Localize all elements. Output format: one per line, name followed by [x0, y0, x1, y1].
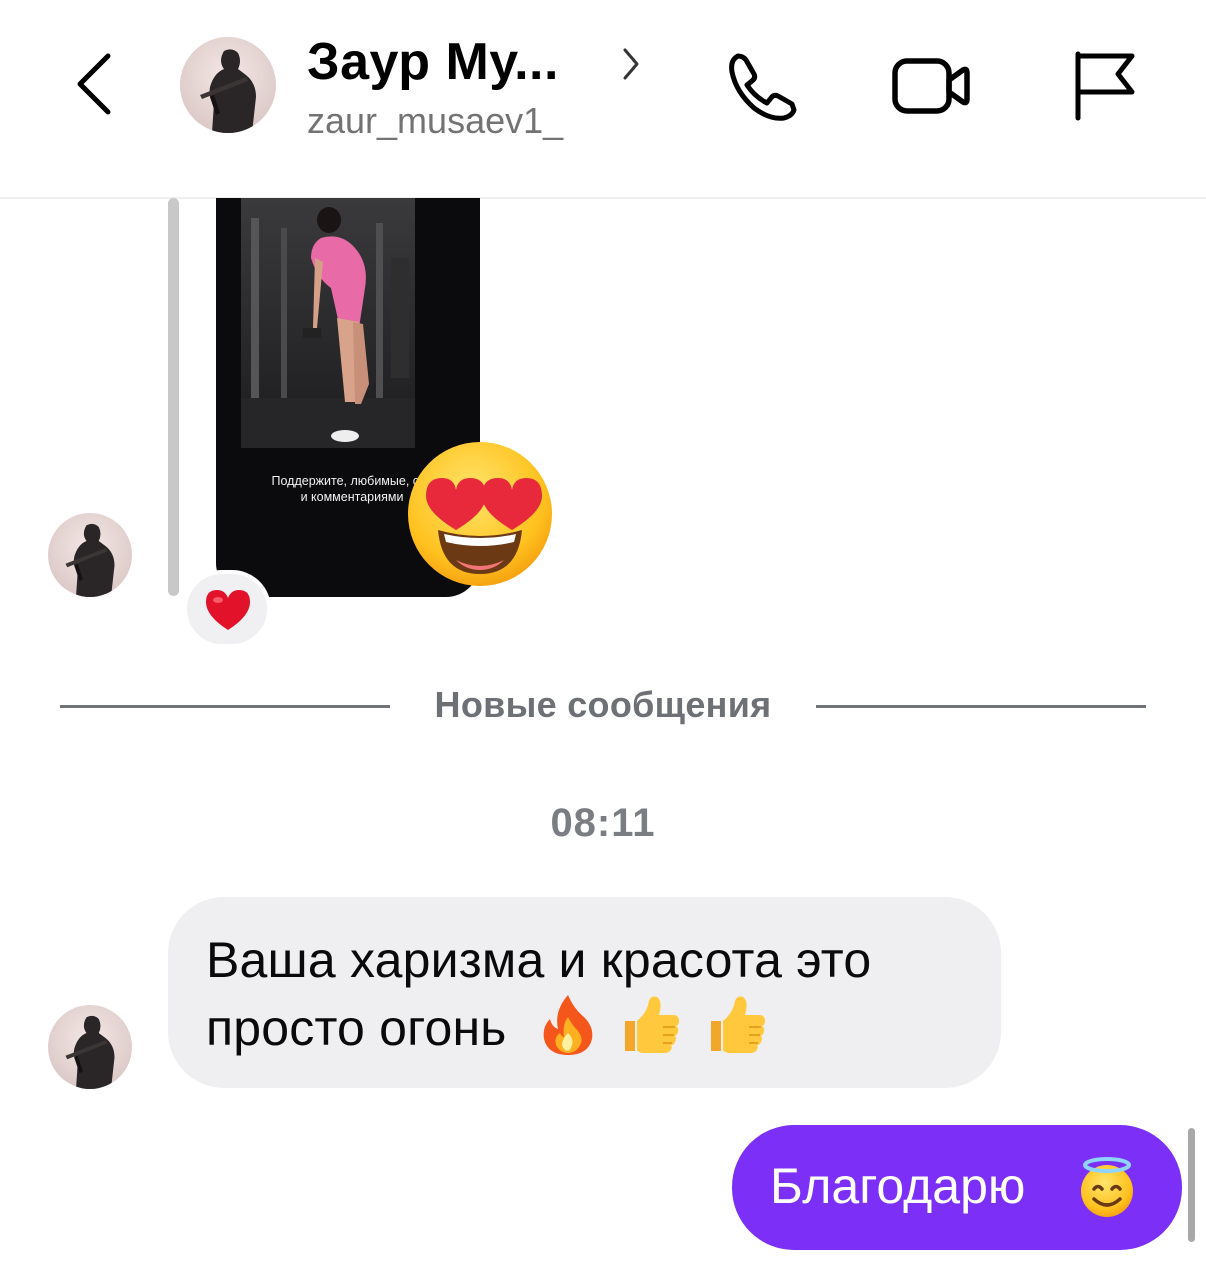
sender-avatar[interactable]	[48, 1005, 132, 1089]
story-photo	[241, 198, 415, 448]
scrollbar[interactable]	[1188, 1128, 1195, 1242]
message-timestamp: 08:11	[550, 801, 656, 845]
message-text-line: просто огонь	[206, 1000, 507, 1056]
new-messages-divider: Новые сообщения	[434, 684, 772, 725]
chevron-left-icon	[77, 53, 111, 115]
video-camera-icon	[892, 58, 970, 114]
report-button[interactable]	[1064, 46, 1144, 124]
audio-call-button[interactable]	[722, 48, 802, 124]
avatar-image	[48, 1005, 132, 1089]
fire-emoji-icon	[543, 995, 592, 1055]
divider-line-right	[816, 705, 1146, 708]
contact-title[interactable]: Заур Му... zaur_musaev1_	[307, 28, 647, 148]
smiling-face-with-halo-icon	[1081, 1157, 1133, 1217]
thumbs-up-emoji-icon	[624, 996, 679, 1053]
contact-avatar[interactable]	[180, 37, 276, 133]
avatar-image	[180, 37, 276, 133]
outgoing-message-bubble[interactable]: Благодарю	[732, 1125, 1182, 1250]
contact-name[interactable]: Заур Му...	[307, 32, 559, 92]
phone-icon	[729, 53, 797, 121]
red-heart-icon	[206, 590, 250, 630]
heart-eyes-emoji-icon	[408, 442, 552, 586]
chevron-right-icon	[623, 48, 639, 80]
reply-thread-line	[168, 198, 179, 596]
back-button[interactable]	[66, 48, 126, 120]
contact-username: zaur_musaev1_	[307, 100, 564, 141]
message-text-row: просто огонь	[206, 993, 963, 1061]
sender-avatar[interactable]	[48, 513, 132, 597]
thumbs-up-emoji-icon	[710, 996, 765, 1053]
message-text-line: Ваша харизма и красота это	[206, 932, 872, 988]
chat-header: Заур Му... zaur_musaev1_	[0, 0, 1206, 199]
divider-line-left	[60, 705, 390, 708]
flag-icon	[1075, 51, 1135, 121]
message-reaction[interactable]	[183, 570, 271, 648]
avatar-image	[48, 513, 132, 597]
message-text: Благодарю	[770, 1158, 1026, 1214]
incoming-message-bubble[interactable]: Ваша харизма и красота это просто огонь	[168, 897, 1001, 1088]
video-call-button[interactable]	[886, 48, 974, 124]
